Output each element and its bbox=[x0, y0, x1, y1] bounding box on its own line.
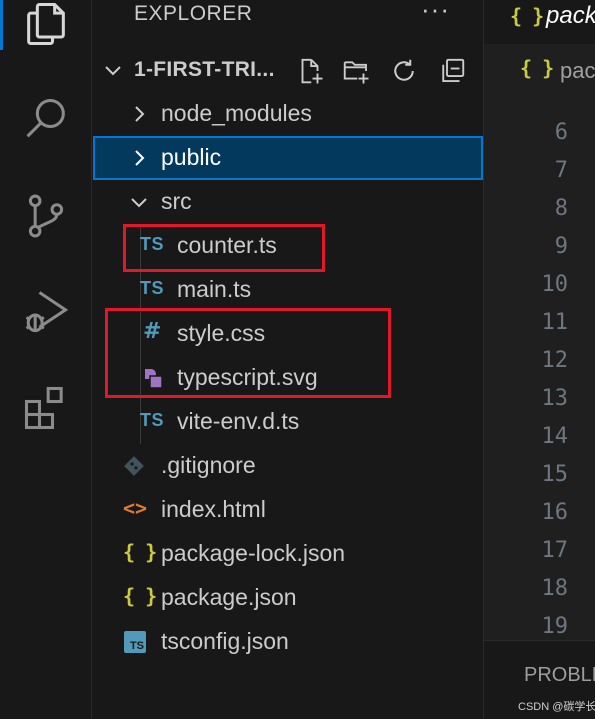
tree-item-label: tsconfig.json bbox=[161, 628, 289, 654]
git-file-icon bbox=[124, 456, 144, 476]
tree-item-label: src bbox=[161, 188, 192, 214]
tree-item-public[interactable]: public bbox=[93, 136, 483, 180]
line-number: 12 bbox=[541, 348, 569, 373]
annotation-box-counter bbox=[123, 224, 325, 272]
tree-item-gitignore[interactable]: .gitignore bbox=[93, 444, 483, 488]
tree-item-main-ts[interactable]: TS main.ts bbox=[93, 268, 483, 312]
refresh-button[interactable] bbox=[387, 54, 421, 88]
line-number: 9 bbox=[554, 234, 568, 259]
tree-item-label: public bbox=[161, 144, 222, 170]
tsconfig-file-icon: TS bbox=[124, 631, 146, 653]
typescript-file-icon: TS bbox=[140, 278, 165, 298]
tree-item-label: index.html bbox=[161, 496, 266, 522]
run-debug-icon[interactable] bbox=[0, 266, 92, 358]
refresh-icon bbox=[394, 59, 414, 81]
json-file-icon: { } bbox=[510, 4, 544, 28]
collapse-all-icon bbox=[442, 58, 465, 82]
extensions-icon[interactable] bbox=[0, 362, 92, 454]
line-number: 14 bbox=[541, 424, 569, 449]
project-name: 1-FIRST-TRI... bbox=[134, 58, 275, 81]
search-icon[interactable] bbox=[0, 74, 92, 166]
line-number: 19 bbox=[541, 614, 569, 639]
tree-item-tsconfig[interactable]: TS tsconfig.json bbox=[93, 620, 483, 664]
editor-tab[interactable]: { } pack bbox=[484, 0, 595, 44]
more-actions-button[interactable]: ··· bbox=[421, 0, 450, 25]
tree-item-src[interactable]: src bbox=[93, 180, 483, 224]
line-number: 16 bbox=[541, 500, 569, 525]
line-number: 8 bbox=[554, 196, 568, 221]
new-file-button[interactable] bbox=[293, 54, 327, 88]
breadcrumb-label: pac bbox=[560, 58, 595, 83]
chevron-right-icon bbox=[135, 150, 145, 166]
tree-item-vite-env[interactable]: TS vite-env.d.ts bbox=[93, 400, 483, 444]
explorer-title: EXPLORER bbox=[134, 2, 253, 25]
chevron-right-icon bbox=[135, 106, 145, 122]
explorer-icon[interactable] bbox=[0, 0, 92, 70]
tree-item-label: package-lock.json bbox=[161, 540, 346, 566]
line-number: 7 bbox=[554, 158, 568, 183]
watermark: CSDN @碳学长 bbox=[518, 701, 595, 713]
json-file-icon: { } bbox=[520, 56, 554, 80]
chevron-down-icon bbox=[131, 198, 147, 208]
panel-tab-problems[interactable]: PROBLE bbox=[524, 664, 595, 687]
typescript-file-icon: TS bbox=[140, 410, 165, 430]
line-number: 10 bbox=[541, 272, 569, 297]
line-number: 11 bbox=[541, 310, 569, 335]
tree-item-index-html[interactable]: <> index.html bbox=[93, 488, 483, 532]
tree-item-label: package.json bbox=[161, 584, 297, 610]
tree-item-label: vite-env.d.ts bbox=[177, 408, 300, 434]
source-control-icon[interactable] bbox=[0, 170, 92, 262]
tree-item-label: main.ts bbox=[177, 276, 252, 302]
line-number: 6 bbox=[554, 120, 568, 145]
json-file-icon: { } bbox=[123, 540, 157, 564]
explorer-sidebar: EXPLORER ··· 1-FIRST-TRI... node_modules… bbox=[93, 0, 483, 719]
new-file-icon bbox=[301, 58, 323, 84]
new-folder-button[interactable] bbox=[339, 54, 373, 88]
line-number: 18 bbox=[541, 576, 569, 601]
json-file-icon: { } bbox=[123, 584, 157, 608]
new-folder-icon bbox=[343, 61, 369, 84]
project-header[interactable]: 1-FIRST-TRI... bbox=[93, 48, 483, 92]
tree-item-node-modules[interactable]: node_modules bbox=[93, 92, 483, 136]
chevron-down-icon bbox=[105, 66, 121, 76]
line-number: 13 bbox=[541, 386, 569, 411]
tree-item-label: node_modules bbox=[161, 100, 312, 126]
tree-item-package-lock[interactable]: { } package-lock.json bbox=[93, 532, 483, 576]
tree-item-label: .gitignore bbox=[161, 452, 256, 478]
activity-bar bbox=[0, 0, 92, 719]
tree-item-package-json[interactable]: { } package.json bbox=[93, 576, 483, 620]
line-number: 15 bbox=[541, 462, 569, 487]
html-file-icon: <> bbox=[123, 496, 148, 520]
tab-label: pack bbox=[546, 2, 595, 29]
editor-area: { } pack { } pac 6 7 8 9 10 11 12 13 14 … bbox=[483, 0, 595, 719]
line-number: 17 bbox=[541, 538, 569, 563]
collapse-all-button[interactable] bbox=[435, 54, 469, 88]
annotation-box-style-svg bbox=[105, 308, 391, 398]
